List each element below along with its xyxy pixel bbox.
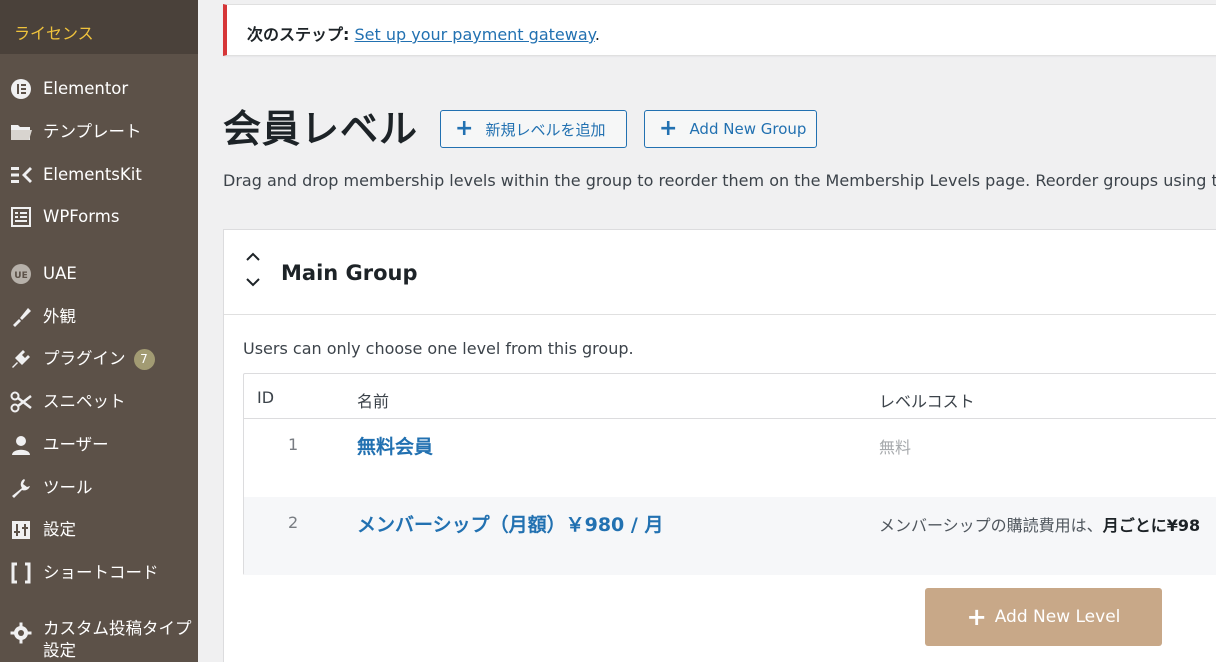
folder-icon [8,119,34,145]
notice-prefix: 次のステップ: [247,25,350,44]
chevron-up-icon[interactable] [244,248,262,266]
membership-group-card: Main Group Users can only choose one lev… [223,229,1216,662]
add-new-level-header-button[interactable]: + 新規レベルを追加 [440,110,627,148]
sidebar-item-label: 外観 [43,307,76,326]
add-new-level-button[interactable]: + Add New Level [925,588,1162,646]
sidebar-item-label: スニペット [43,392,126,411]
sidebar-item-label: ユーザー [43,435,109,454]
column-header-name: 名前 [357,392,390,411]
payment-gateway-link[interactable]: Set up your payment gateway [355,25,595,44]
level-id: 1 [288,435,299,454]
sidebar-item-label: テンプレート [43,122,142,141]
sidebar-item-label: Elementor [43,79,129,98]
scissors-icon [8,389,34,415]
level-name-link[interactable]: メンバーシップ（月額）￥980 / 月 [357,510,663,537]
shortcode-icon [8,560,34,586]
elementskit-icon [8,162,34,188]
level-cost: メンバーシップの購読費用は、月ごとに¥98 [879,512,1200,536]
sidebar-item-tools[interactable]: ツール [0,470,198,506]
sidebar-item-label: ツール [43,478,93,497]
button-label: 新規レベルを追加 [485,120,606,139]
sidebar-item-label: プラグイン [43,349,126,368]
submenu-active-item[interactable]: ライセンス [0,0,198,54]
sidebar-item-label: カスタム投稿タイプ設定 [43,619,192,660]
column-header-id: ID [257,388,275,407]
sidebar-item-shortcodes[interactable]: ショートコード [0,555,198,591]
group-header: Main Group [224,230,1216,315]
level-cost-emphasis: 月ごとに¥98 [1102,516,1201,535]
table-row[interactable]: 1 無料会員 無料 [244,419,1216,497]
admin-sidebar: ライセンス Elementor テンプレート ElementsKit WPFor… [0,0,198,662]
page-description: Drag and drop membership levels within t… [223,171,1216,190]
paintbrush-icon [8,304,34,330]
sidebar-item-uae[interactable]: UE UAE [0,256,198,292]
sidebar-item-settings[interactable]: 設定 [0,512,198,548]
levels-table: ID 名前 レベルコスト 1 無料会員 無料 2 メンバーシップ（月額）￥980… [243,373,1216,575]
sidebar-item-label: WPForms [43,207,120,226]
settings-icon [8,517,34,543]
sidebar-item-custom-post-types[interactable]: カスタム投稿タイプ設定 [0,618,198,662]
wpforms-icon [8,204,34,230]
page-title: 会員レベル [223,107,419,151]
column-header-cost: レベルコスト [879,392,975,411]
uae-icon: UE [8,261,34,287]
sidebar-item-label: ショートコード [43,563,159,582]
sidebar-item-users[interactable]: ユーザー [0,427,198,463]
level-id: 2 [288,513,299,532]
sidebar-item-appearance[interactable]: 外観 [0,299,198,335]
sidebar-item-snippets[interactable]: スニペット [0,384,198,420]
add-new-group-button[interactable]: + Add New Group [644,110,817,148]
group-name: Main Group [281,261,418,285]
sidebar-item-elementor[interactable]: Elementor [0,71,198,107]
notice-suffix: . [594,25,600,44]
elementor-icon [8,76,34,102]
sidebar-item-plugins[interactable]: プラグイン 7 [0,341,198,377]
button-label: Add New Group [689,120,807,138]
plugin-icon [8,346,34,372]
next-step-notice: 次のステップ: Set up your payment gateway. [223,4,1216,56]
plus-icon: + [659,116,678,141]
sidebar-item-label: 設定 [43,520,76,539]
group-note: Users can only choose one level from thi… [243,339,634,358]
wrench-icon [8,475,34,501]
level-cost: 無料 [879,438,912,457]
sidebar-item-wpforms[interactable]: WPForms [0,199,198,235]
chevron-down-icon[interactable] [244,273,262,291]
plugin-update-badge: 7 [133,348,155,370]
user-icon [8,432,34,458]
plus-icon: + [966,603,987,631]
svg-text:UE: UE [14,271,27,281]
level-name-link[interactable]: 無料会員 [357,432,433,459]
table-row[interactable]: 2 メンバーシップ（月額）￥980 / 月 メンバーシップの購読費用は、月ごとに… [244,497,1216,575]
submenu-label[interactable]: ライセンス [14,20,94,44]
plus-icon: + [455,116,474,141]
sidebar-item-label: UAE [43,264,77,283]
level-cost-text: メンバーシップの購読費用は、 [879,516,1103,535]
gear-icon [8,620,34,646]
button-label: Add New Level [994,607,1121,627]
sidebar-item-elementskit[interactable]: ElementsKit [0,157,198,193]
sidebar-item-label: ElementsKit [43,165,142,184]
sidebar-item-templates[interactable]: テンプレート [0,114,198,150]
notice-text: 次のステップ: Set up your payment gateway. [247,21,600,45]
